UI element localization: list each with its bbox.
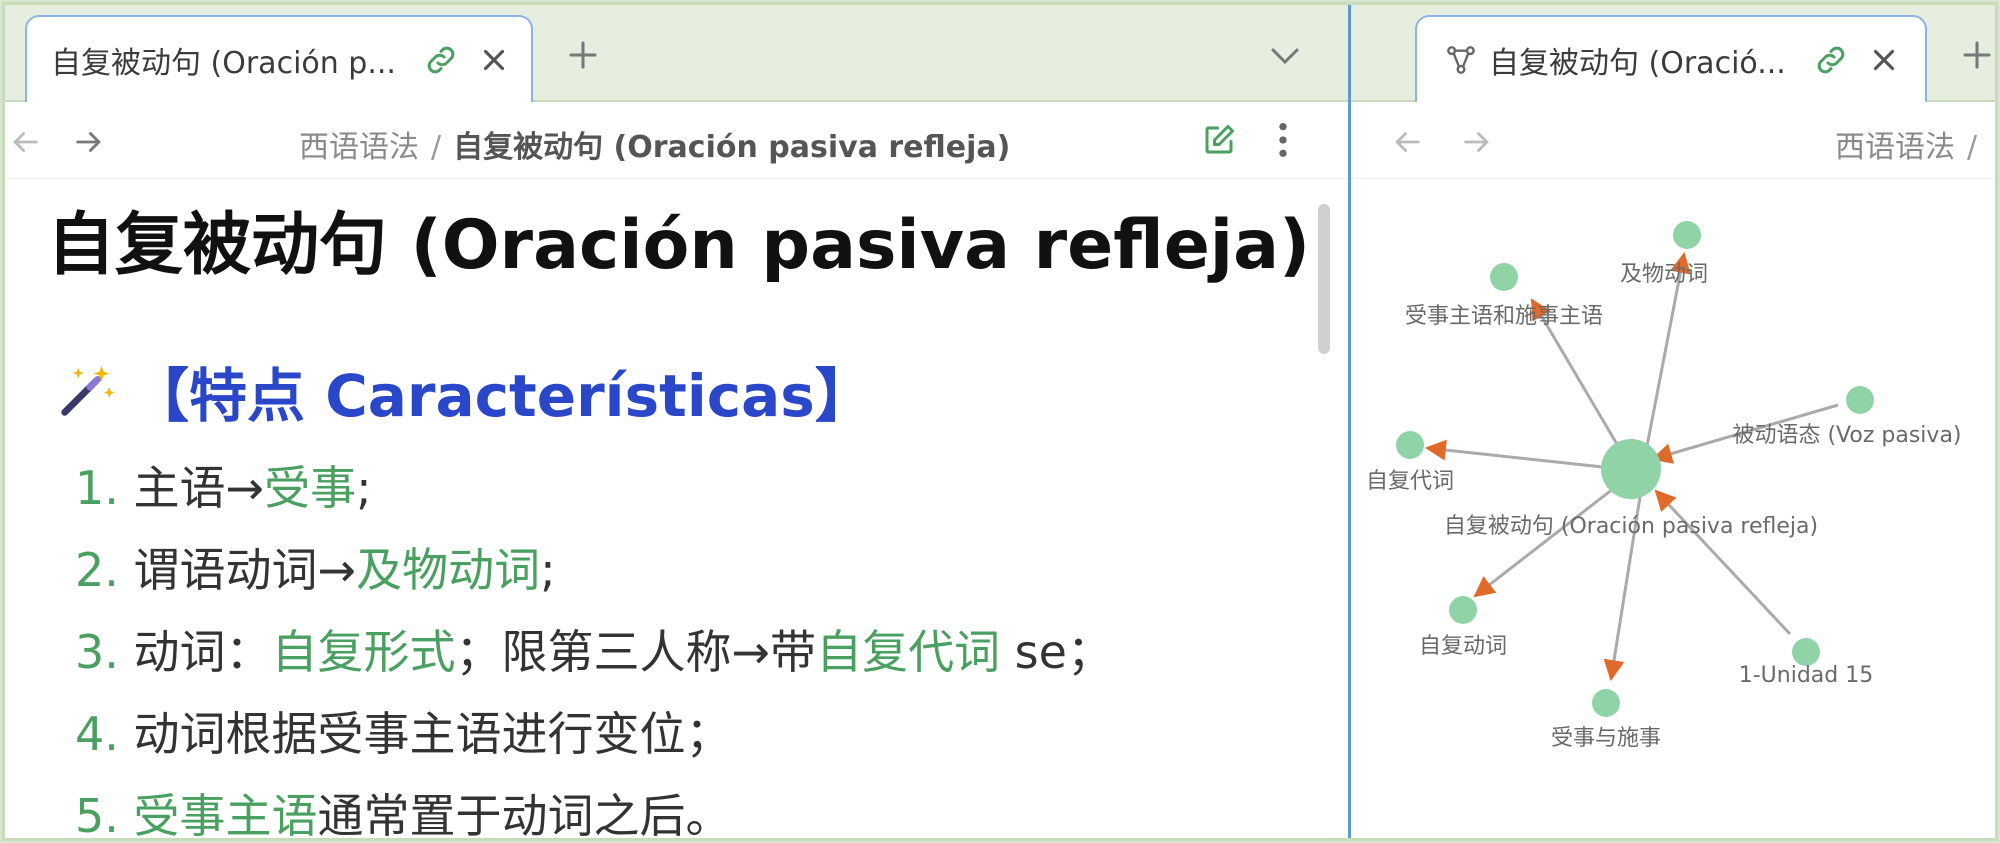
list-number: 4. [75,707,119,761]
graph-label-center: 自复被动句 (Oración pasiva refleja) [1444,514,1818,539]
graph-node-zifu-dongci[interactable] [1449,596,1477,624]
graph-node-shoushi-zhuyu[interactable] [1490,263,1518,291]
edge-from-unidad [1654,489,1792,636]
list-item: 4. 动词根据受事主语进行变位； [75,693,1113,775]
tab-document[interactable]: 自复被动句 (Oración p... [25,15,533,102]
tab-title: 自复被动句 (Oración p... [51,45,396,81]
graph-node-jiwu[interactable] [1673,221,1701,249]
new-tab-icon[interactable] [565,37,601,73]
link-icon[interactable] [1813,42,1849,78]
forward-arrow-icon[interactable] [1457,122,1497,162]
graph-label-unidad: 1-Unidad 15 [1739,663,1874,688]
link-icon[interactable] [423,42,459,78]
characteristics-list: 1. 主语→受事; 2. 谓语动词→及物动词; 3. 动词：自复形式；限第三人称… [75,447,1113,838]
magic-wand-icon [55,360,117,422]
list-item: 2. 谓语动词→及物动词; [75,529,1113,611]
item-link[interactable]: 自复形式 [272,625,456,679]
close-icon[interactable] [1867,43,1901,77]
graph-node-shoushi-shishi[interactable] [1592,689,1620,717]
item-link[interactable]: 受事 [264,461,356,515]
item-link[interactable]: 受事主语 [134,789,318,838]
list-number: 1. [75,461,119,515]
item-text: 动词根据受事主语进行变位； [133,707,732,761]
list-number: 3. [75,625,119,679]
app-window: 自复被动句 (Oración p... 西语语法 / 自复被动句 (Oració… [2,2,1998,841]
breadcrumb-separator: / [431,130,442,165]
section-heading: 【特点 Características】 [55,349,873,433]
graph-node-zifu-daici[interactable] [1396,431,1424,459]
graph-canvas[interactable]: 自复被动句 (Oración pasiva refleja) 及物动词 受事主语… [1351,179,1998,841]
graph-label-beidong: 被动语态 (Voz pasiva) [1732,423,1961,448]
graph-label-shoushi-shishi: 受事与施事 [1551,726,1661,751]
item-link[interactable]: 自复代词 [816,625,1000,679]
item-text: 通常置于动词之后。 [317,789,732,838]
graph-node-center[interactable] [1601,439,1661,499]
breadcrumb-separator: / [1967,130,1978,165]
breadcrumb-current: 自复被动句 (Oración pasiva refleja) [453,130,1011,165]
list-item: 3. 动词：自复形式；限第三人称→带自复代词 se； [75,611,1113,693]
chevron-down-icon[interactable] [1267,41,1303,71]
breadcrumb-parent[interactable]: 西语语法 [299,130,419,165]
item-text: ；限第三人称→带 [455,625,817,679]
graph-label-shoushi-zhuyu: 受事主语和施事主语 [1405,304,1603,329]
close-icon[interactable] [477,43,511,77]
back-arrow-icon[interactable] [1387,122,1427,162]
list-item: 1. 主语→受事; [75,447,1113,529]
new-tab-icon[interactable] [1959,37,1995,73]
left-tab-strip: 自复被动句 (Oración p... [5,5,1348,102]
scrollbar-thumb[interactable] [1318,204,1330,354]
item-link[interactable]: 及物动词 [356,543,540,597]
graph-label-zifu-dongci: 自复动词 [1419,634,1507,659]
list-number: 2. [75,543,119,597]
item-text: ; [356,461,372,515]
left-pane: 自复被动句 (Oración p... 西语语法 / 自复被动句 (Oració… [5,5,1348,838]
right-pane: 自复被动句 (Oració... 西语语法 / 自复被动句 (Oración p… [1351,5,1995,838]
breadcrumb: 西语语法 / 自复被动句 (Oración pasiva refleja) [299,122,1010,166]
right-tab-strip: 自复被动句 (Oració... [1351,5,1995,102]
forward-arrow-icon[interactable] [69,122,109,162]
list-number: 5. [75,789,119,838]
section-heading-text: 【特点 Características】 [131,362,873,430]
edge-to-zifu-daici [1424,439,1613,470]
graph-view-icon [1445,44,1477,76]
edit-icon[interactable] [1201,122,1237,158]
local-graph-view[interactable]: 自复被动句 (Oración pasiva refleja) 及物动词 受事主语… [1351,179,1998,841]
item-text: 主语→ [133,461,265,515]
item-text: 谓语动词→ [133,543,357,597]
item-text: ; [540,543,556,597]
back-arrow-icon[interactable] [5,122,45,162]
graph-label-jiwu: 及物动词 [1620,262,1708,287]
tab-graph[interactable]: 自复被动句 (Oració... [1415,15,1927,102]
breadcrumb: 西语语法 / [1835,122,1989,166]
more-options-icon[interactable] [1275,120,1291,160]
document-title: 自复被动句 (Oración pasiva refleja) [47,206,1311,285]
breadcrumb-parent[interactable]: 西语语法 [1835,130,1955,165]
item-text: se； [1000,625,1113,679]
document-view: 自复被动句 (Oración pasiva refleja) 【特点 Carac… [5,179,1348,838]
tab-title: 自复被动句 (Oració... [1489,45,1786,81]
graph-node-beidong[interactable] [1846,386,1874,414]
graph-label-zifu-daici: 自复代词 [1366,469,1454,494]
edge-to-zifu-dongci [1473,483,1619,598]
list-item: 5. 受事主语通常置于动词之后。 [75,775,1113,838]
item-text: 动词： [133,625,272,679]
left-nav-row: 西语语法 / 自复被动句 (Oración pasiva refleja) [5,102,1348,179]
graph-node-unidad[interactable] [1792,638,1820,666]
right-nav-row: 西语语法 / [1351,102,1995,179]
